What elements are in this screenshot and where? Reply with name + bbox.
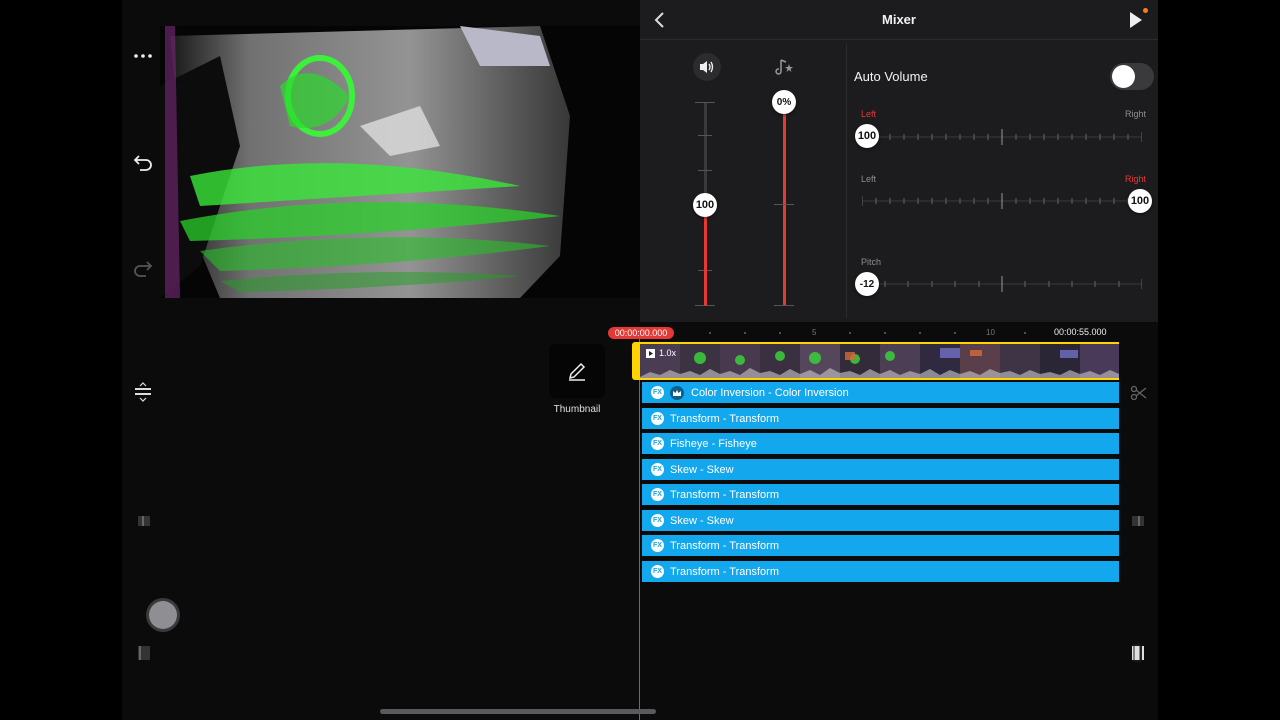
fx-icon: FX — [651, 386, 664, 399]
mixer-panel: Mixer 100 0% Auto Volume Left Right 100 … — [640, 0, 1158, 322]
pan-left-right-label: Right — [1125, 109, 1147, 119]
fader-tick — [698, 135, 712, 136]
fx-layer[interactable]: FX Transform - Transform — [642, 561, 1119, 582]
video-preview — [160, 26, 640, 298]
fx-layer[interactable]: FX Fisheye - Fisheye — [642, 433, 1119, 454]
record-icon[interactable] — [146, 598, 180, 632]
ruler-dot — [779, 332, 781, 334]
pitch-knob[interactable]: -12 — [855, 272, 879, 296]
auto-volume-toggle[interactable] — [1110, 63, 1154, 90]
clip-volume-fill — [704, 205, 707, 306]
pitch-label: Pitch — [861, 257, 882, 267]
ruler-dot — [709, 332, 711, 334]
fx-layer-label: Color Inversion - Color Inversion — [691, 386, 849, 399]
redo-icon[interactable] — [123, 248, 163, 288]
fx-layer-label: Skew - Skew — [670, 514, 734, 527]
fader-tick — [774, 305, 794, 306]
speaker-icon[interactable] — [693, 53, 721, 81]
fx-layer-label: Transform - Transform — [670, 488, 779, 501]
toggle-knob — [1112, 65, 1135, 88]
fx-icon: FX — [651, 437, 664, 450]
ruler-dot — [919, 332, 921, 334]
bg-music-volume-knob[interactable]: 0% — [772, 90, 796, 114]
ruler-dot — [1024, 332, 1026, 334]
mixer-title: Mixer — [882, 12, 916, 27]
fader-tick — [698, 170, 712, 171]
pan-right-left-label: Left — [861, 174, 877, 184]
ruler-dot — [849, 332, 851, 334]
clip-trim-handle[interactable] — [632, 342, 640, 380]
timeline: 00:00:00.000 5 10 00:00:55.000 Thumbnail — [122, 322, 1158, 720]
video-clip[interactable]: 1.0x — [640, 342, 1119, 380]
fx-icon: FX — [651, 539, 664, 552]
fx-layer[interactable]: FX Skew - Skew — [642, 510, 1119, 531]
fader-tick — [695, 102, 715, 103]
clip-volume-knob[interactable]: 100 — [693, 193, 717, 217]
auto-volume-label: Auto Volume — [854, 69, 928, 84]
clip-speed: 1.0x — [646, 348, 676, 358]
home-indicator[interactable] — [380, 709, 656, 714]
fx-layer-label: Transform - Transform — [670, 565, 779, 578]
record-inner — [149, 601, 177, 629]
fx-layer[interactable]: FX Transform - Transform — [642, 535, 1119, 556]
video-clip-icon — [646, 348, 655, 358]
ruler-dot — [884, 332, 886, 334]
fx-layer-label: Transform - Transform — [670, 412, 779, 425]
fx-layer[interactable]: FX Transform - Transform — [642, 484, 1119, 505]
app-window: Mixer 100 0% Auto Volume Left Right 100 … — [122, 0, 1158, 720]
thumbnail-button[interactable] — [549, 344, 605, 398]
mixer-header: Mixer — [640, 0, 1158, 40]
pan-right-scale[interactable] — [862, 192, 1142, 210]
fx-icon: FX — [651, 412, 664, 425]
fx-icon: FX — [651, 488, 664, 501]
trim-right-icon[interactable] — [1130, 514, 1146, 533]
more-icon[interactable] — [123, 36, 163, 76]
play-icon[interactable] — [1124, 9, 1146, 31]
ruler-dot — [744, 332, 746, 334]
playhead[interactable] — [639, 334, 640, 720]
clip-speed-label: 1.0x — [659, 348, 677, 358]
fx-icon: FX — [651, 463, 664, 476]
fx-layer-label: Transform - Transform — [670, 539, 779, 552]
ruler-mark: 5 — [812, 328, 817, 337]
pan-right-knob[interactable]: 100 — [1128, 189, 1152, 213]
layers-icon[interactable] — [134, 382, 152, 407]
pitch-scale[interactable] — [862, 275, 1142, 293]
crown-icon — [670, 385, 684, 400]
fx-layer[interactable]: FX Skew - Skew — [642, 459, 1119, 480]
pan-left-knob[interactable]: 100 — [855, 124, 879, 148]
pan-left-left-label: Left — [861, 109, 877, 119]
fx-layer[interactable]: FX Transform - Transform — [642, 408, 1119, 429]
mixer-divider — [846, 44, 847, 318]
preview-frame-image — [160, 26, 640, 298]
fx-icon: FX — [651, 565, 664, 578]
undo-icon[interactable] — [123, 142, 163, 182]
fx-icon: FX — [651, 514, 664, 527]
fx-layer[interactable]: FX Color Inversion - Color Inversion — [642, 382, 1119, 403]
current-time: 00:00:00.000 — [608, 327, 674, 339]
fx-layer-label: Skew - Skew — [670, 463, 734, 476]
fx-layer-label: Fisheye - Fisheye — [670, 437, 757, 450]
pan-right-right-label: Right — [1125, 174, 1147, 184]
fader-tick — [774, 204, 794, 205]
clip-thumbnails — [640, 344, 1119, 378]
ruler-dot — [954, 332, 956, 334]
split-right-icon[interactable] — [1130, 644, 1146, 667]
pencil-icon — [568, 362, 586, 381]
notification-dot — [1143, 8, 1148, 13]
scissors-icon[interactable] — [1130, 384, 1148, 407]
music-star-icon[interactable] — [772, 55, 796, 79]
split-left-icon[interactable] — [136, 644, 152, 667]
pan-left-scale[interactable] — [862, 128, 1142, 146]
ruler-mark: 10 — [986, 328, 995, 337]
trim-left-icon[interactable] — [136, 514, 152, 533]
thumbnail-label: Thumbnail — [553, 404, 601, 415]
end-time: 00:00:55.000 — [1054, 327, 1107, 337]
